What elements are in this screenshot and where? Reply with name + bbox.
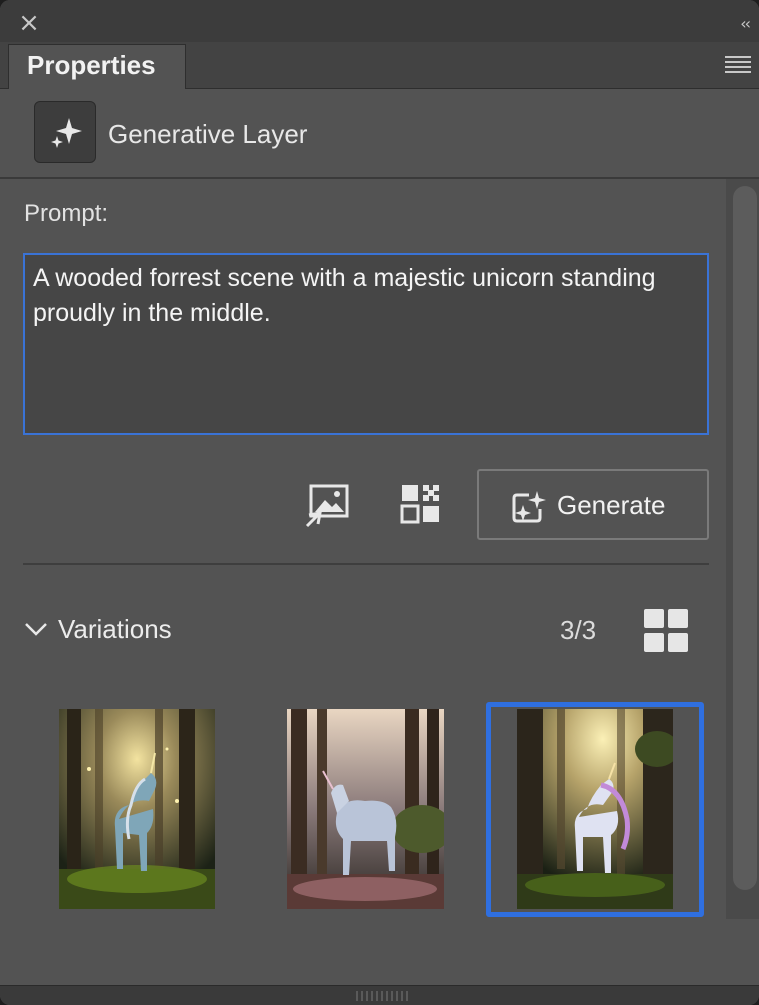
generate-label: Generate bbox=[557, 490, 666, 520]
tab-row: Properties bbox=[0, 42, 759, 89]
section-divider bbox=[23, 563, 709, 565]
scrollbar-thumb[interactable] bbox=[733, 186, 757, 890]
panel-title-bar: × ‹‹ bbox=[0, 0, 759, 43]
prompt-textarea[interactable]: A wooded forrest scene with a majestic u… bbox=[23, 253, 709, 435]
tab-properties[interactable]: Properties bbox=[8, 44, 186, 89]
close-icon[interactable]: × bbox=[18, 10, 40, 36]
collapse-icon[interactable]: ‹‹ bbox=[740, 14, 751, 33]
variations-count: 3/3 bbox=[560, 615, 597, 645]
chevron-down-icon[interactable] bbox=[24, 620, 48, 643]
variations-label[interactable]: Variations bbox=[58, 614, 172, 645]
layer-header: Generative Layer bbox=[0, 89, 759, 179]
prompt-label: Prompt: bbox=[24, 200, 109, 227]
variation-thumbnail-1[interactable] bbox=[59, 709, 215, 909]
selected-variation-outline bbox=[486, 702, 704, 917]
properties-panel: × ‹‹ Properties Generative Layer Prompt:… bbox=[0, 0, 759, 1005]
grid-view-icon[interactable] bbox=[644, 609, 689, 653]
resize-grip-icon[interactable] bbox=[356, 991, 410, 1001]
layer-title: Generative Layer bbox=[108, 119, 308, 149]
panel-menu-icon[interactable] bbox=[725, 56, 751, 74]
variation-thumbnail-2[interactable] bbox=[287, 709, 444, 909]
generate-icon bbox=[512, 491, 546, 523]
grid-pattern-icon[interactable] bbox=[399, 482, 445, 528]
generate-button[interactable]: Generate bbox=[477, 469, 709, 540]
sparkle-icon bbox=[34, 101, 96, 163]
bottom-resize-bar[interactable] bbox=[0, 985, 759, 1005]
reference-image-icon[interactable] bbox=[305, 482, 351, 528]
